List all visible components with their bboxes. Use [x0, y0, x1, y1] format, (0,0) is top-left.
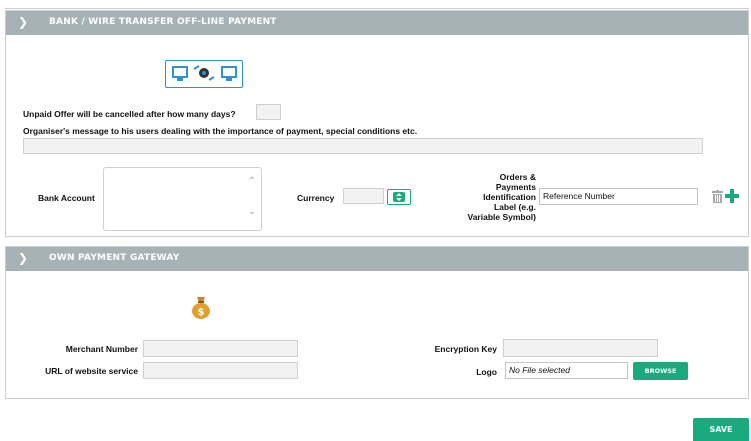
- scroll-up-icon[interactable]: ⌃: [248, 176, 256, 187]
- currency-stepper-icon[interactable]: [387, 189, 411, 205]
- logo-label: Logo: [476, 367, 497, 377]
- merchant-number-input[interactable]: [143, 340, 298, 357]
- orders-label-line: Label (e.g.: [493, 202, 536, 212]
- computers-exchange-icon: [165, 60, 243, 88]
- scroll-down-icon[interactable]: ⌄: [248, 206, 256, 217]
- bank-account-textarea[interactable]: ⌃ ⌄: [103, 167, 262, 231]
- orders-label-line: Identification: [483, 192, 536, 202]
- currency-label: Currency: [297, 193, 335, 203]
- svg-text:$: $: [198, 307, 205, 318]
- orders-label-line: Orders &: [499, 172, 536, 182]
- orders-identification-label: Orders & Payments Identification Label (…: [436, 172, 537, 222]
- logo-file-value: No File selected: [509, 365, 570, 375]
- section-title: OWN PAYMENT GATEWAY: [49, 253, 180, 263]
- save-button[interactable]: SAVE: [693, 418, 749, 441]
- trash-icon[interactable]: [712, 190, 723, 203]
- bank-transfer-panel: ❯ BANK / WIRE TRANSFER OFF-LINE PAYMENT …: [5, 10, 749, 237]
- orders-identification-input[interactable]: Reference Number: [539, 188, 698, 205]
- encryption-key-label: Encryption Key: [434, 344, 497, 354]
- organiser-message-input[interactable]: [23, 138, 703, 154]
- bank-transfer-header[interactable]: ❯ BANK / WIRE TRANSFER OFF-LINE PAYMENT: [6, 11, 748, 35]
- unpaid-days-label: Unpaid Offer will be cancelled after how…: [23, 109, 236, 119]
- website-url-label: URL of website service: [45, 366, 138, 376]
- website-url-input[interactable]: [143, 362, 298, 379]
- browse-button[interactable]: BROWSE: [633, 362, 688, 380]
- top-divider: [5, 8, 749, 9]
- logo-file-input[interactable]: No File selected: [505, 362, 628, 379]
- merchant-number-label: Merchant Number: [65, 344, 138, 354]
- organiser-message-label: Organiser's message to his users dealing…: [23, 126, 418, 136]
- currency-select[interactable]: [343, 188, 384, 204]
- payment-gateway-header[interactable]: ❯ OWN PAYMENT GATEWAY: [6, 247, 748, 271]
- chevron-down-icon[interactable]: ❯: [18, 15, 28, 29]
- encryption-key-input[interactable]: [503, 339, 658, 357]
- plus-icon[interactable]: [725, 189, 739, 203]
- chevron-down-icon[interactable]: ❯: [18, 251, 28, 265]
- unpaid-days-input[interactable]: [256, 104, 281, 120]
- money-bag-icon: $: [190, 295, 212, 319]
- orders-label-line: Variable Symbol): [467, 212, 537, 222]
- bank-account-label: Bank Account: [38, 193, 95, 203]
- section-title: BANK / WIRE TRANSFER OFF-LINE PAYMENT: [49, 17, 277, 27]
- payment-gateway-panel: ❯ OWN PAYMENT GATEWAY $ Merchant Number …: [5, 246, 749, 399]
- orders-label-line: Payments: [495, 182, 536, 192]
- orders-identification-value: Reference Number: [543, 191, 615, 201]
